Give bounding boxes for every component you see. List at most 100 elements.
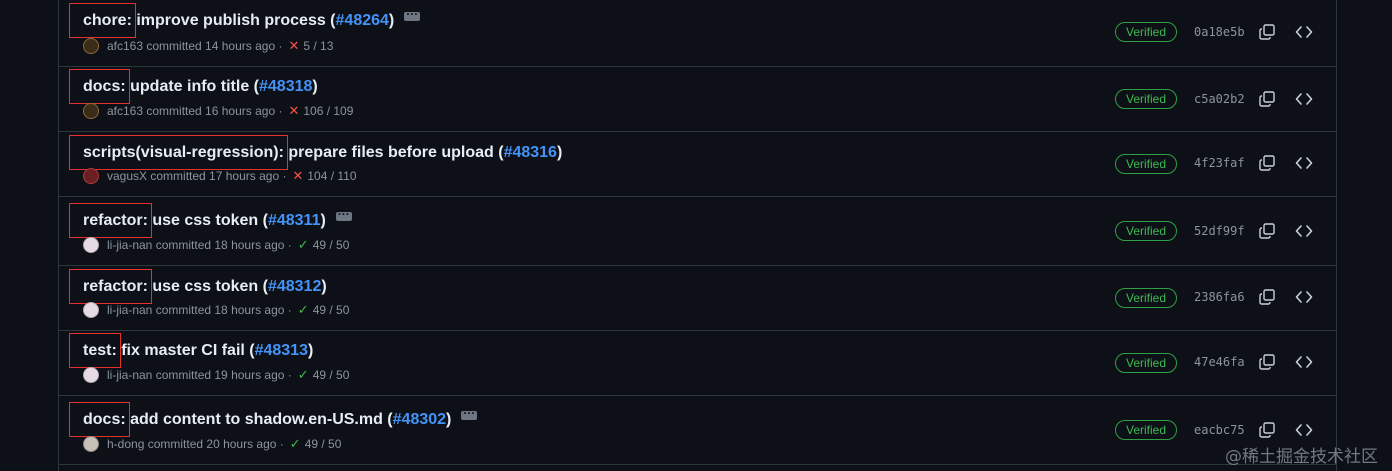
check-icon[interactable]: ✓ — [298, 237, 309, 253]
avatar[interactable] — [83, 237, 99, 253]
commit-prefix: chore: — [69, 3, 136, 38]
commit-meta: afc163 committed 16 hours ago · ✕ 106 / … — [83, 103, 353, 119]
browse-code-icon[interactable] — [1295, 24, 1313, 40]
commit-row: chore: improve publish process (#48264) … — [59, 0, 1336, 67]
copy-icon[interactable] — [1259, 155, 1275, 171]
browse-code-icon[interactable] — [1295, 354, 1313, 370]
ellipsis-button[interactable] — [404, 4, 421, 24]
avatar[interactable] — [83, 168, 99, 184]
author-link[interactable]: li-jia-nan — [107, 237, 152, 253]
browse-code-icon[interactable] — [1295, 223, 1313, 239]
verified-badge[interactable]: Verified — [1115, 22, 1177, 42]
commit-row: docs: add content to shadow.en-US.md (#4… — [59, 396, 1336, 465]
commit-message: prepare files before upload ( — [283, 144, 504, 161]
avatar[interactable] — [83, 367, 99, 383]
commit-title[interactable]: refactor: use css token (#48311) — [69, 203, 352, 238]
commit-meta: li-jia-nan committed 18 hours ago · ✓ 49… — [83, 237, 349, 253]
pr-link[interactable]: #48302 — [393, 411, 446, 428]
pr-link[interactable]: #48316 — [504, 144, 557, 161]
copy-icon[interactable] — [1259, 91, 1275, 107]
verified-badge[interactable]: Verified — [1115, 89, 1177, 109]
commit-prefix: docs: — [69, 69, 130, 104]
pr-link[interactable]: #48311 — [268, 212, 321, 229]
commit-title[interactable]: refactor: use css token (#48312) — [69, 269, 327, 304]
x-icon[interactable]: ✕ — [288, 38, 299, 54]
pr-link[interactable]: #48264 — [336, 12, 389, 29]
checks-count[interactable]: 49 / 50 — [313, 302, 350, 318]
commit-sha[interactable]: 4f23faf — [1194, 155, 1245, 171]
verified-badge[interactable]: Verified — [1115, 353, 1177, 373]
browse-code-icon[interactable] — [1295, 91, 1313, 107]
avatar[interactable] — [83, 38, 99, 54]
commit-row: refactor: use css token (#48311) li-jia-… — [59, 197, 1336, 266]
commit-meta: h-dong committed 20 hours ago · ✓ 49 / 5… — [83, 436, 341, 452]
commit-row: scripts(visual-regression): prepare file… — [59, 132, 1336, 197]
commit-meta: afc163 committed 14 hours ago · ✕ 5 / 13 — [83, 38, 333, 54]
commit-message: fix master CI fail ( — [116, 342, 255, 359]
browse-code-icon[interactable] — [1295, 155, 1313, 171]
commit-meta: li-jia-nan committed 19 hours ago · ✓ 49… — [83, 367, 349, 383]
checks-count[interactable]: 49 / 50 — [305, 436, 342, 452]
commit-prefix: refactor: — [69, 203, 152, 238]
copy-icon[interactable] — [1259, 354, 1275, 370]
author-link[interactable]: afc163 — [107, 38, 143, 54]
commit-prefix: docs: — [69, 402, 130, 437]
pr-link[interactable]: #48318 — [259, 78, 312, 95]
commit-message: improve publish process ( — [131, 12, 336, 29]
commit-sha[interactable]: 2386fa6 — [1194, 289, 1245, 305]
verified-badge[interactable]: Verified — [1115, 154, 1177, 174]
pr-link[interactable]: #48312 — [268, 278, 321, 295]
commit-prefix: test: — [69, 333, 121, 368]
author-link[interactable]: vagusX — [107, 168, 147, 184]
verified-badge[interactable]: Verified — [1115, 288, 1177, 308]
watermark: @稀土掘金技术社区 — [1225, 447, 1378, 467]
ellipsis-button[interactable] — [461, 403, 478, 423]
commit-list: chore: improve publish process (#48264) … — [58, 0, 1337, 471]
check-icon[interactable]: ✓ — [298, 367, 309, 383]
commit-message: use css token ( — [147, 278, 268, 295]
copy-icon[interactable] — [1259, 24, 1275, 40]
commit-title[interactable]: docs: update info title (#48318) — [69, 69, 318, 104]
avatar[interactable] — [83, 436, 99, 452]
browse-code-icon[interactable] — [1295, 289, 1313, 305]
checks-count[interactable]: 106 / 109 — [303, 103, 353, 119]
checks-count[interactable]: 49 / 50 — [313, 367, 350, 383]
copy-icon[interactable] — [1259, 422, 1275, 438]
commit-message: add content to shadow.en-US.md ( — [125, 411, 393, 428]
commit-sha[interactable]: 47e46fa — [1194, 354, 1245, 370]
commit-prefix: scripts(visual-regression): — [69, 135, 288, 170]
verified-badge[interactable]: Verified — [1115, 420, 1177, 440]
commit-row: docs: update info title (#48318) afc163 … — [59, 67, 1336, 132]
commit-sha[interactable]: 0a18e5b — [1194, 24, 1245, 40]
check-icon[interactable]: ✓ — [298, 302, 309, 318]
commit-title[interactable]: chore: improve publish process (#48264) — [69, 3, 421, 38]
checks-count[interactable]: 104 / 110 — [307, 168, 356, 184]
x-icon[interactable]: ✕ — [288, 103, 299, 119]
commit-title[interactable]: docs: add content to shadow.en-US.md (#4… — [69, 402, 478, 437]
commit-prefix: refactor: — [69, 269, 152, 304]
ellipsis-button[interactable] — [335, 204, 352, 224]
checks-count[interactable]: 5 / 13 — [303, 38, 333, 54]
checks-count[interactable]: 49 / 50 — [313, 237, 350, 253]
commit-meta: li-jia-nan committed 18 hours ago · ✓ 49… — [83, 302, 349, 318]
verified-badge[interactable]: Verified — [1115, 221, 1177, 241]
pr-link[interactable]: #48313 — [255, 342, 308, 359]
avatar[interactable] — [83, 302, 99, 318]
avatar[interactable] — [83, 103, 99, 119]
copy-icon[interactable] — [1259, 289, 1275, 305]
author-link[interactable]: afc163 — [107, 103, 143, 119]
commit-message: update info title ( — [125, 78, 259, 95]
commit-title[interactable]: test: fix master CI fail (#48313) — [69, 333, 313, 368]
commit-sha[interactable]: 52df99f — [1194, 223, 1245, 239]
check-icon[interactable]: ✓ — [290, 436, 301, 452]
commit-sha[interactable]: c5a02b2 — [1194, 91, 1245, 107]
copy-icon[interactable] — [1259, 223, 1275, 239]
commit-sha[interactable]: eacbc75 — [1194, 422, 1245, 438]
commit-row: test: fix master CI fail (#48313) li-jia… — [59, 331, 1336, 396]
author-link[interactable]: h-dong — [107, 436, 144, 452]
author-link[interactable]: li-jia-nan — [107, 302, 152, 318]
author-link[interactable]: li-jia-nan — [107, 367, 152, 383]
x-icon[interactable]: ✕ — [292, 168, 303, 184]
browse-code-icon[interactable] — [1295, 422, 1313, 438]
commit-title[interactable]: scripts(visual-regression): prepare file… — [69, 135, 562, 170]
